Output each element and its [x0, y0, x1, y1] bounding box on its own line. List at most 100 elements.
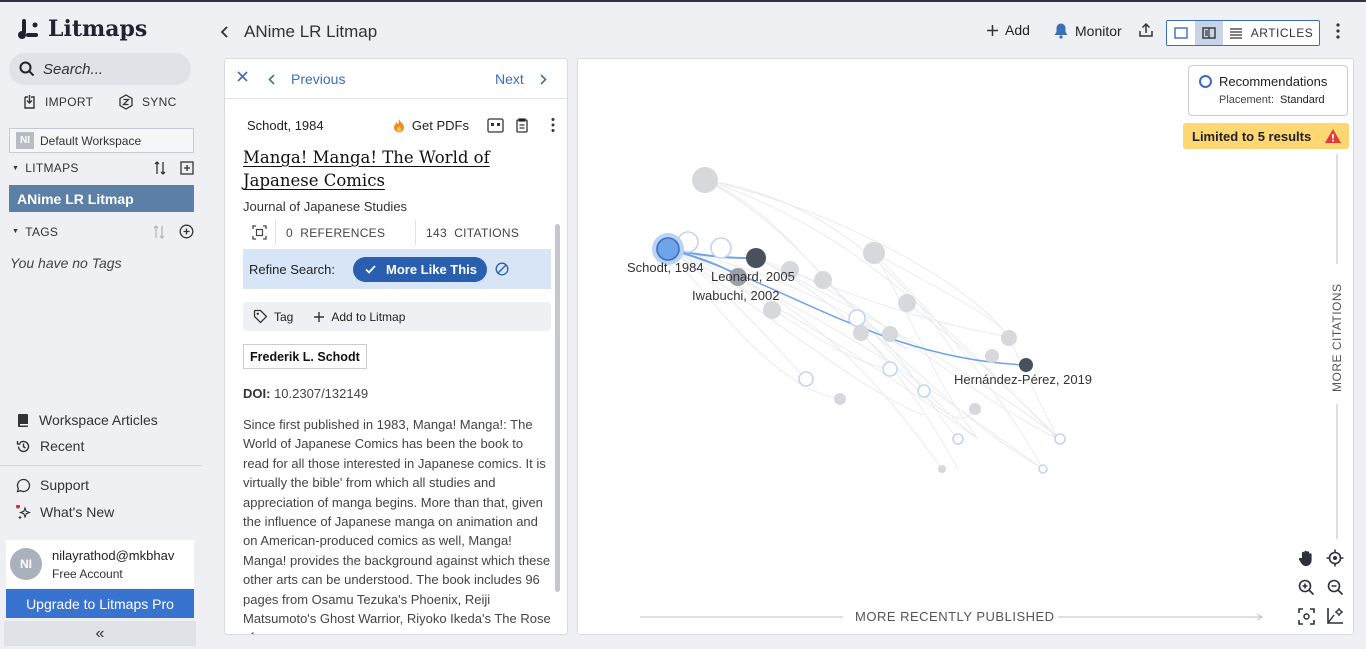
sidebar-item-workspace-articles[interactable]: Workspace Articles [16, 412, 158, 428]
view-split-button[interactable] [1195, 21, 1223, 45]
graph-node[interactable] [882, 361, 898, 377]
citation-map[interactable]: Schodt, 1984 Leonard, 2005 Iwabuchi, 200… [577, 58, 1354, 635]
graph-node[interactable] [853, 325, 869, 341]
view-toggle: ARTICLES [1166, 20, 1320, 46]
layout-settings-button[interactable] [1323, 604, 1347, 628]
graph-node[interactable] [834, 393, 846, 405]
graph-node[interactable] [1001, 330, 1017, 346]
recommendations-panel[interactable]: Recommendations Placement: Standard [1188, 65, 1348, 116]
sidebar-divider [0, 465, 202, 466]
scrollbar[interactable] [555, 224, 560, 592]
limit-warning-badge[interactable]: Limited to 5 results [1183, 123, 1349, 149]
placement-setting[interactable]: Placement: Standard [1219, 94, 1325, 106]
next-button[interactable]: Next [495, 71, 548, 87]
app-logo[interactable]: Litmaps [16, 16, 147, 42]
add-litmap-icon[interactable] [180, 161, 194, 175]
graph-node[interactable] [814, 271, 832, 289]
user-account[interactable]: NI nilayrathod@mkbhav Free Account [6, 540, 194, 588]
graph-node[interactable] [798, 371, 814, 387]
previous-button[interactable]: Previous [267, 71, 345, 87]
references-stat[interactable]: 0 REFERENCES [276, 226, 415, 240]
disable-icon[interactable] [495, 262, 509, 276]
monitor-label: Monitor [1075, 22, 1122, 39]
share-button[interactable] [1138, 22, 1154, 38]
close-panel-button[interactable] [237, 71, 248, 82]
fit-screen-icon [1297, 607, 1315, 625]
warning-icon [1325, 129, 1341, 143]
view-articles-button[interactable]: ARTICLES [1223, 21, 1319, 45]
upgrade-button[interactable]: Upgrade to Litmaps Pro [6, 589, 194, 618]
add-button[interactable]: Add [986, 22, 1030, 38]
add-label: Add [1005, 22, 1030, 38]
copy-citation-icon[interactable] [514, 117, 529, 133]
add-tag-icon[interactable] [179, 224, 194, 239]
graph-node[interactable] [898, 294, 916, 312]
view-map-only-button[interactable] [1167, 21, 1195, 45]
more-options-button[interactable] [1331, 22, 1345, 45]
sort-icon[interactable] [154, 161, 166, 175]
zoom-out-button[interactable] [1323, 575, 1347, 599]
avatar: NI [10, 548, 42, 580]
workspace-articles-label: Workspace Articles [39, 412, 158, 428]
node-label-schodt: Schodt, 1984 [627, 260, 704, 275]
flame-icon [393, 118, 404, 132]
doi-value[interactable]: 10.2307/132149 [274, 386, 368, 401]
recommendation-circle-icon [1199, 75, 1212, 88]
workspace-selector[interactable]: NI Default Workspace [9, 128, 194, 153]
upload-icon [1139, 22, 1153, 37]
tags-section-header[interactable]: ▼ TAGS [12, 224, 194, 239]
graph-node[interactable] [848, 309, 866, 327]
search-box[interactable] [9, 53, 191, 85]
more-like-this-button[interactable]: More Like This [353, 256, 488, 282]
pan-tool-button[interactable] [1294, 546, 1318, 570]
article-title[interactable]: Manga! Manga! The World of Japanese Comi… [243, 146, 563, 192]
graph-node[interactable] [710, 237, 732, 259]
graph-node[interactable] [952, 433, 964, 445]
tag-button[interactable]: Tag [253, 309, 293, 324]
graph-node[interactable] [985, 349, 999, 363]
graph-node-schodt[interactable] [656, 237, 680, 261]
collapse-triangle-icon: ▼ [12, 164, 20, 172]
workspace-name: Default Workspace [40, 133, 142, 148]
sidebar-item-support[interactable]: Support [16, 477, 89, 493]
y-axis-label: MORE CITATIONS [1330, 283, 1344, 392]
monitor-button[interactable]: Monitor [1053, 22, 1122, 39]
sidebar-item-recent[interactable]: Recent [16, 438, 84, 454]
add-to-litmap-label: Add to Litmap [331, 309, 406, 324]
graph-node-leonard[interactable] [746, 248, 766, 268]
citations-stat[interactable]: 143 CITATIONS [416, 226, 519, 240]
graph-node[interactable] [938, 465, 946, 473]
import-icon [24, 95, 35, 109]
history-icon [16, 440, 30, 452]
graph-node[interactable] [969, 403, 981, 415]
zoom-in-button[interactable] [1294, 575, 1318, 599]
graph-node-hernandez[interactable] [1019, 358, 1033, 372]
litmaps-section-header[interactable]: ▼ LITMAPS [12, 161, 194, 175]
graph-node[interactable] [1054, 433, 1066, 445]
sidebar-item-anime-lr-litmap[interactable]: ANime LR Litmap [9, 185, 194, 212]
back-chevron-icon[interactable] [218, 25, 232, 39]
account-type: Free Account [52, 566, 123, 581]
sidebar-item-whats-new[interactable]: What's New [16, 504, 114, 520]
collapse-sidebar-button[interactable]: « [4, 621, 196, 646]
graph-node[interactable] [863, 242, 885, 264]
import-button[interactable]: IMPORT [22, 94, 93, 110]
sync-button[interactable]: SYNC [118, 94, 177, 110]
kebab-menu-icon[interactable] [549, 117, 557, 133]
zoom-out-icon [1327, 579, 1343, 595]
expand-graph-button[interactable] [243, 225, 275, 240]
limit-label: Limited to 5 results [1192, 128, 1312, 144]
sort-icon [153, 224, 165, 239]
get-pdfs-button[interactable]: Get PDFs [393, 118, 469, 133]
graph-node[interactable] [692, 167, 718, 193]
graph-node[interactable] [882, 326, 898, 342]
search-input[interactable] [43, 60, 173, 78]
scholar-icon[interactable] [487, 117, 504, 133]
add-to-litmap-button[interactable]: Add to Litmap [313, 310, 405, 324]
author-chip[interactable]: Frederik L. Schodt [243, 344, 367, 369]
fit-view-button[interactable] [1294, 604, 1318, 628]
graph-node[interactable] [917, 384, 931, 398]
graph-node[interactable] [763, 301, 781, 319]
locate-button[interactable] [1323, 546, 1347, 570]
graph-node[interactable] [1038, 464, 1048, 474]
